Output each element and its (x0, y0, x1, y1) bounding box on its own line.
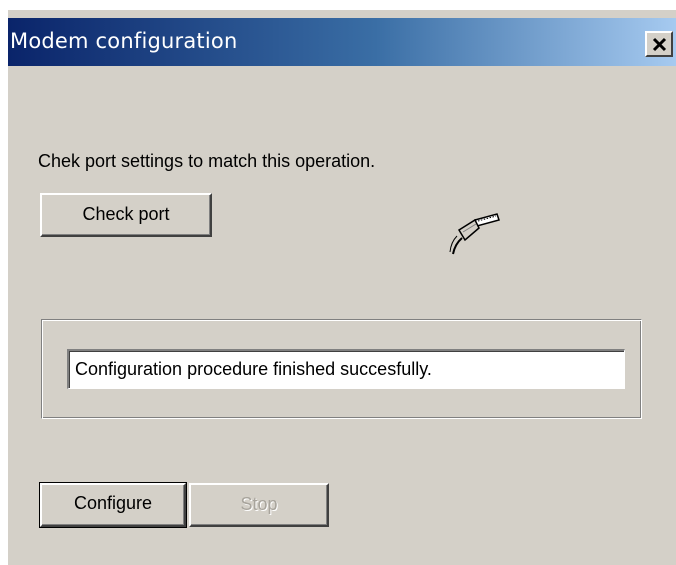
close-button[interactable] (645, 31, 673, 57)
stop-button: Stop (189, 483, 329, 527)
modem-configuration-dialog: Modem configuration Chek port settings t… (8, 10, 676, 565)
window-title: Modem configuration (10, 29, 238, 53)
serial-cable-icon (449, 213, 500, 255)
title-bar[interactable]: Modem configuration (8, 18, 676, 66)
check-port-button[interactable]: Check port (40, 193, 212, 237)
status-message-field: Configuration procedure finished succesf… (67, 349, 625, 389)
port-settings-prompt: Chek port settings to match this operati… (38, 151, 376, 171)
close-icon (652, 37, 667, 52)
configure-button[interactable]: Configure (39, 482, 187, 528)
